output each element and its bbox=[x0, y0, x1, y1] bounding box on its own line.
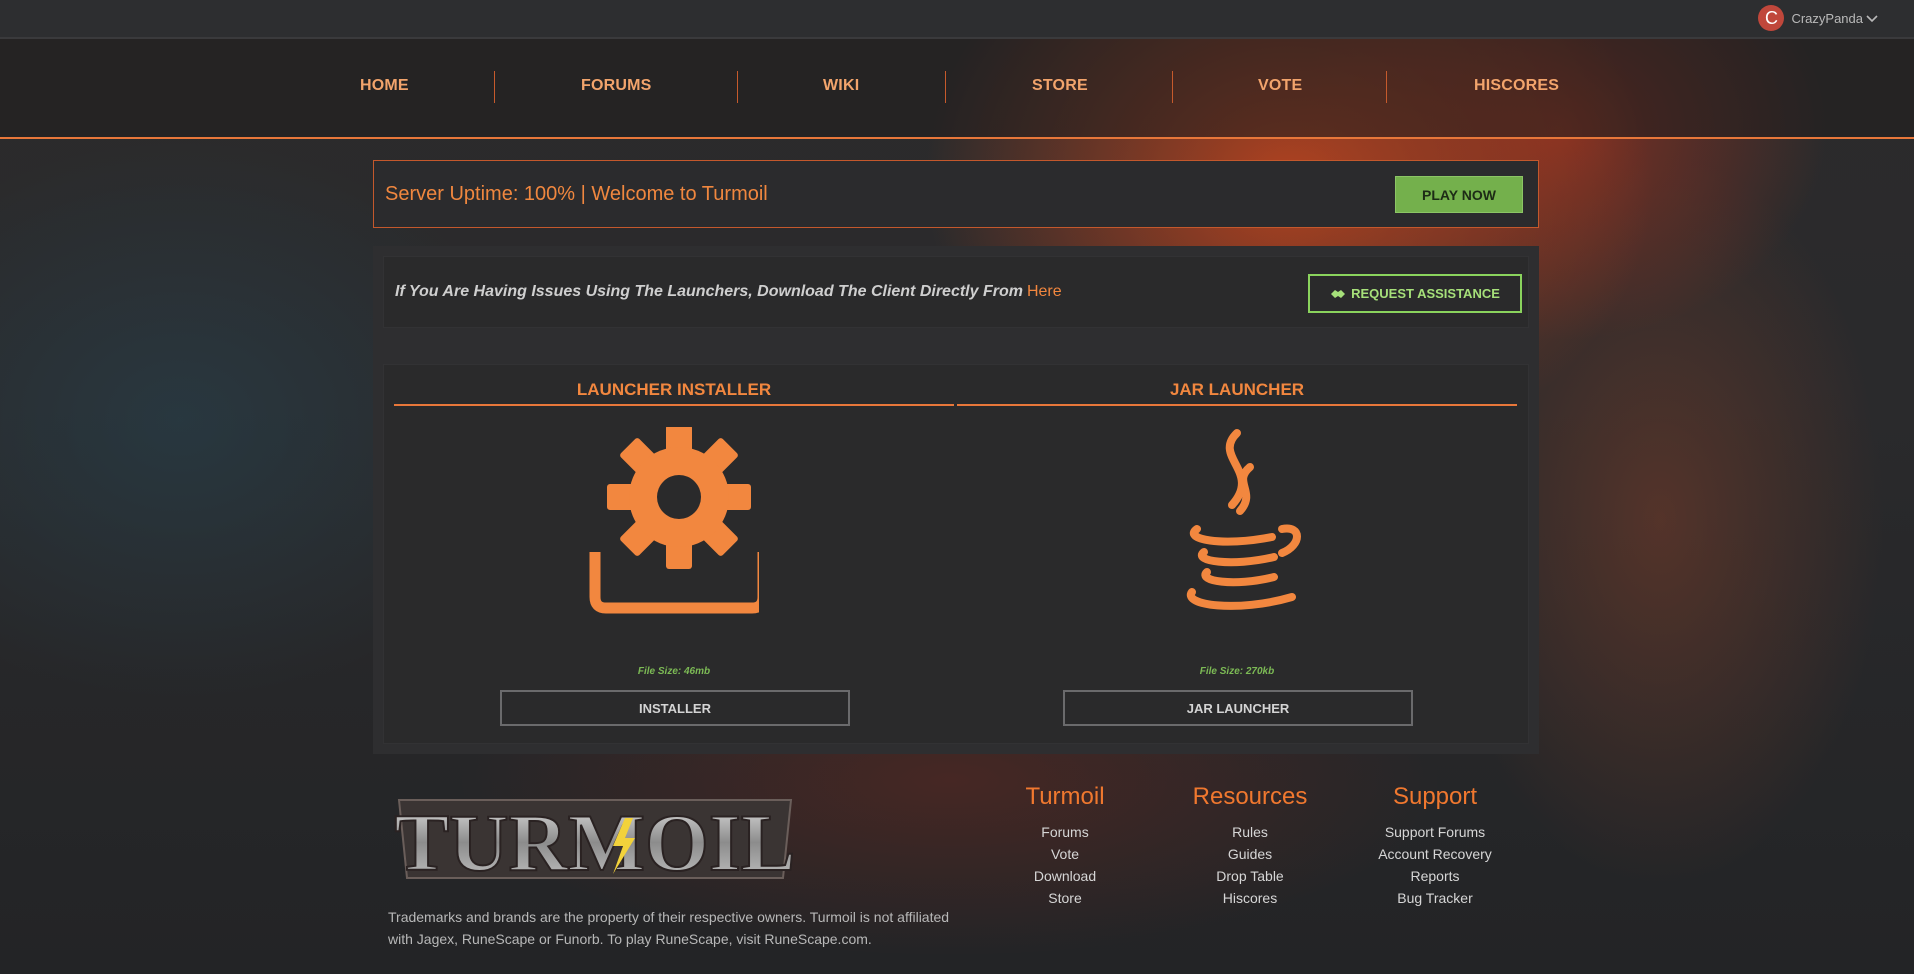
footer-link-vote[interactable]: Vote bbox=[1005, 843, 1125, 865]
footer-column-title: Support bbox=[1392, 783, 1478, 810]
launcher-notice: If You Are Having Issues Using The Launc… bbox=[383, 256, 1529, 328]
footer-link-rules[interactable]: Rules bbox=[1175, 821, 1325, 843]
gear-download-icon bbox=[589, 425, 769, 617]
footer-column-turmoil: Turmoil Forums Vote Download Store bbox=[1005, 783, 1125, 909]
footer-column-title: Turmoil bbox=[1025, 783, 1105, 810]
footer-link-download[interactable]: Download bbox=[1005, 865, 1125, 887]
play-now-button[interactable]: PLAY NOW bbox=[1395, 176, 1523, 213]
main-nav: HOME FORUMS WIKI STORE VOTE HISCORES bbox=[0, 39, 1914, 139]
file-size: File Size: 270kb bbox=[1199, 666, 1275, 677]
download-panel: If You Are Having Issues Using The Launc… bbox=[373, 246, 1539, 754]
server-status-bar: Server Uptime: 100% | Welcome to Turmoil… bbox=[373, 160, 1539, 228]
footer-link-bug-tracker[interactable]: Bug Tracker bbox=[1350, 887, 1520, 909]
nav-divider bbox=[1386, 71, 1387, 103]
request-assistance-button[interactable]: REQUEST ASSISTANCE bbox=[1308, 274, 1522, 313]
handshake-icon bbox=[1330, 287, 1346, 301]
file-size: File Size: 46mb bbox=[637, 666, 711, 677]
nav-forums[interactable]: FORUMS bbox=[581, 77, 652, 95]
username: CrazyPanda bbox=[1791, 10, 1863, 26]
nav-wiki[interactable]: WIKI bbox=[823, 77, 859, 95]
footer-link-reports[interactable]: Reports bbox=[1350, 865, 1520, 887]
footer-link-account-recovery[interactable]: Account Recovery bbox=[1350, 843, 1520, 865]
footer-link-guides[interactable]: Guides bbox=[1175, 843, 1325, 865]
launcher-installer-card: LAUNCHER INSTALLER File Size: 46mb INSTA… bbox=[394, 365, 954, 745]
title-divider bbox=[957, 404, 1517, 406]
footer-column-title: Resources bbox=[1192, 783, 1308, 810]
footer-link-support-forums[interactable]: Support Forums bbox=[1350, 821, 1520, 843]
footer-disclaimer: Trademarks and brands are the property o… bbox=[388, 909, 950, 947]
java-icon bbox=[1152, 427, 1322, 617]
nav-store[interactable]: STORE bbox=[1032, 77, 1088, 95]
footer-link-drop-table[interactable]: Drop Table bbox=[1175, 865, 1325, 887]
downloads-section: LAUNCHER INSTALLER File Size: 46mb INSTA… bbox=[383, 364, 1529, 744]
avatar: C bbox=[1758, 5, 1785, 31]
footer-link-hiscores[interactable]: Hiscores bbox=[1175, 887, 1325, 909]
installer-download-button[interactable]: INSTALLER bbox=[500, 690, 850, 726]
footer-link-forums[interactable]: Forums bbox=[1005, 821, 1125, 843]
nav-home[interactable]: HOME bbox=[360, 77, 409, 95]
turmoil-logo: TURMOIL bbox=[391, 778, 799, 904]
nav-hiscores[interactable]: HISCORES bbox=[1474, 77, 1559, 95]
footer-column-resources: Resources Rules Guides Drop Table Hiscor… bbox=[1175, 783, 1325, 909]
request-assistance-label: REQUEST ASSISTANCE bbox=[1351, 286, 1500, 301]
top-bar: C CrazyPanda bbox=[0, 0, 1914, 39]
logo-text: TURMOIL bbox=[395, 797, 796, 888]
nav-divider bbox=[1172, 71, 1173, 103]
footer-column-support: Support Support Forums Account Recovery … bbox=[1350, 783, 1520, 909]
chevron-down-icon bbox=[1866, 11, 1878, 26]
footer-link-store[interactable]: Store bbox=[1005, 887, 1125, 909]
notice-message: If You Are Having Issues Using The Launc… bbox=[395, 283, 1023, 300]
nav-divider bbox=[737, 71, 738, 103]
nav-vote[interactable]: VOTE bbox=[1258, 77, 1302, 95]
card-title: JAR LAUNCHER bbox=[1169, 380, 1305, 399]
client-download-link[interactable]: Here bbox=[1027, 283, 1062, 300]
notice-text: If You Are Having Issues Using The Launc… bbox=[395, 283, 1062, 301]
jar-launcher-card: JAR LAUNCHER File Size: 270kb JAR LAUNCH… bbox=[957, 365, 1517, 745]
jar-launcher-download-button[interactable]: JAR LAUNCHER bbox=[1063, 690, 1413, 726]
title-divider bbox=[394, 404, 954, 406]
server-uptime-text: Server Uptime: 100% | Welcome to Turmoil bbox=[385, 183, 768, 205]
nav-divider bbox=[494, 71, 495, 103]
user-menu[interactable]: C CrazyPanda bbox=[1758, 5, 1878, 31]
nav-divider bbox=[945, 71, 946, 103]
card-title: LAUNCHER INSTALLER bbox=[576, 380, 772, 399]
